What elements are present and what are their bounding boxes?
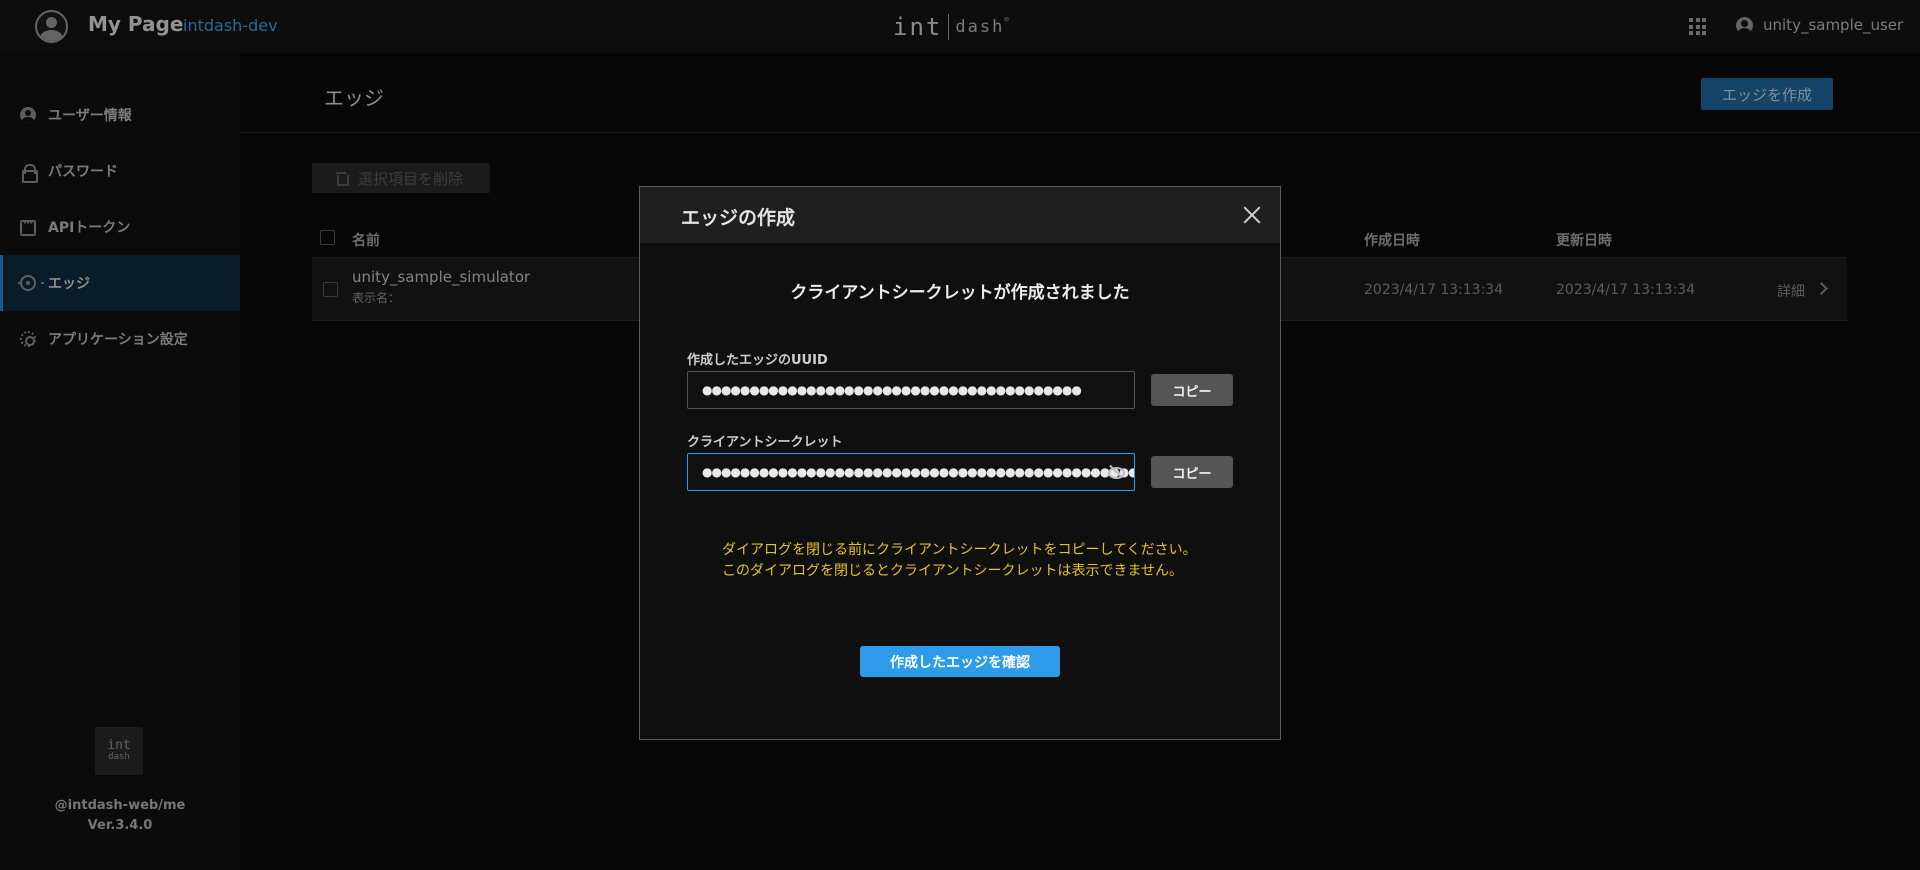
- dialog-title: エッジの作成: [681, 207, 796, 229]
- client-secret-value: ●●●●●●●●●●●●●●●●●●●●●●●●●●●●●●●●●●●●●●●●…: [702, 465, 1135, 479]
- client-secret-label: クライアントシークレット: [687, 435, 843, 450]
- client-secret-field[interactable]: ●●●●●●●●●●●●●●●●●●●●●●●●●●●●●●●●●●●●●●●●…: [687, 453, 1135, 491]
- copy-secret-button[interactable]: コピー: [1151, 456, 1233, 488]
- uuid-field[interactable]: ●●●●●●●●●●●●●●●●●●●●●●●●●●●●●●●●●●●●●●●●: [687, 371, 1135, 409]
- create-edge-dialog: エッジの作成 クライアントシークレットが作成されました 作成したエッジのUUID…: [639, 186, 1281, 740]
- dialog-heading: クライアントシークレットが作成されました: [790, 283, 1130, 303]
- copy-uuid-button[interactable]: コピー: [1151, 374, 1233, 406]
- uuid-label: 作成したエッジのUUID: [687, 353, 828, 368]
- confirm-edge-button[interactable]: 作成したエッジを確認: [860, 646, 1060, 677]
- warning-line-1: ダイアログを閉じる前にクライアントシークレットをコピーしてください。: [722, 542, 1197, 558]
- close-icon[interactable]: [1242, 205, 1262, 225]
- eye-off-icon[interactable]: [1108, 465, 1125, 479]
- uuid-value: ●●●●●●●●●●●●●●●●●●●●●●●●●●●●●●●●●●●●●●●●: [702, 383, 1082, 397]
- warning-line-2: このダイアログを閉じるとクライアントシークレットは表示できません。: [722, 563, 1184, 579]
- dialog-header: エッジの作成: [640, 187, 1280, 243]
